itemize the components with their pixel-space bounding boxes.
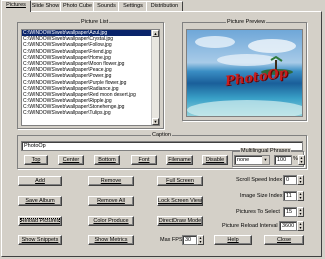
tab-slide-show[interactable]: Slide Show (29, 1, 62, 11)
close-button[interactable]: Close (264, 235, 304, 245)
scroll-speed-spinner[interactable]: ▲ ▼ (297, 175, 304, 185)
color-produce-button[interactable]: Color Produce (88, 216, 134, 226)
caption-font-button[interactable]: Font (131, 155, 157, 165)
list-item[interactable]: C:\WINDOWS\web\wallpaper\Tulips.jpg (22, 110, 159, 116)
add-button[interactable]: Add (18, 176, 62, 186)
remove-all-button[interactable]: Remove All (88, 196, 134, 206)
image-size-label: Image Size Index (240, 193, 283, 199)
directdraw-mode-button[interactable]: DirectDraw Mode (157, 216, 203, 226)
help-button[interactable]: Help (214, 235, 252, 245)
caption-filename-button[interactable]: Filename (166, 155, 193, 165)
list-scrollbar[interactable]: ▲ ▼ (151, 30, 159, 125)
chevron-down-icon[interactable]: ▼ (262, 156, 269, 164)
tab-photo-cube[interactable]: Photo Cube (60, 1, 95, 11)
remove-button[interactable]: Remove (88, 176, 134, 186)
caption-bottom-button[interactable]: Bottom (94, 155, 120, 165)
multilingual-select-value: none (237, 157, 250, 163)
lock-screen-view-button[interactable]: Lock Screen View (157, 196, 203, 206)
tab-settings[interactable]: Settings (118, 1, 148, 11)
caption-center-button[interactable]: Center (58, 155, 84, 165)
picture-listbox[interactable]: C:\WINDOWS\web\wallpaper\Azul.jpg C:\WIND… (21, 29, 160, 126)
picture-preview-title: Picture Preview (226, 19, 267, 26)
tab-pictures[interactable]: Pictures (1, 0, 31, 12)
image-size-input[interactable]: 11 (283, 191, 297, 201)
multilingual-title: Multilingual Phrases (240, 148, 292, 155)
pictures-to-select-label: Pictures To Select (236, 209, 280, 215)
reload-pictures-button[interactable]: Reload Pictures (18, 216, 62, 226)
percent-spinner[interactable]: ▲ ▼ (298, 155, 305, 165)
scroll-up-icon[interactable]: ▲ (152, 30, 159, 37)
max-fps-input[interactable]: 30 (182, 235, 197, 245)
max-fps-spinner[interactable]: ▲ ▼ (197, 235, 204, 245)
caption-top-button[interactable]: Top (24, 155, 48, 165)
picture-reload-spinner[interactable]: ▲ ▼ (297, 221, 304, 231)
picture-list-items: C:\WINDOWS\web\wallpaper\Azul.jpg C:\WIND… (22, 30, 159, 117)
picture-reload-input[interactable]: 3600 (279, 221, 297, 231)
tab-distribution[interactable]: Distribution (146, 1, 183, 11)
pictures-to-select-spinner[interactable]: ▲ ▼ (297, 207, 304, 217)
picture-preview-image: PhotoOp (186, 29, 303, 117)
multilingual-select[interactable]: none ▼ (234, 155, 270, 165)
caption-title: Caption (151, 132, 172, 139)
image-size-spinner[interactable]: ▲ ▼ (297, 191, 304, 201)
percent-input[interactable]: 100 (274, 155, 292, 165)
tab-sounds[interactable]: Sounds (93, 1, 120, 11)
show-snippets-button[interactable]: Show Snippets (18, 235, 62, 245)
full-screen-button[interactable]: Full Screen (157, 176, 203, 186)
picture-list-title: Picture List (80, 19, 110, 26)
scroll-speed-input[interactable]: 0 (283, 175, 297, 185)
pictures-to-select-input[interactable]: 15 (283, 207, 297, 217)
show-metrics-button[interactable]: Show Metrics (88, 235, 134, 245)
scroll-speed-label: Scroll Speed Index (236, 177, 283, 183)
picture-reload-label: Picture Reload Interval (222, 223, 278, 229)
caption-disable-button[interactable]: Disable (202, 155, 228, 165)
max-fps-label: Max FPS (160, 237, 183, 243)
scroll-down-icon[interactable]: ▼ (152, 118, 159, 125)
save-album-button[interactable]: Save Album (18, 196, 62, 206)
